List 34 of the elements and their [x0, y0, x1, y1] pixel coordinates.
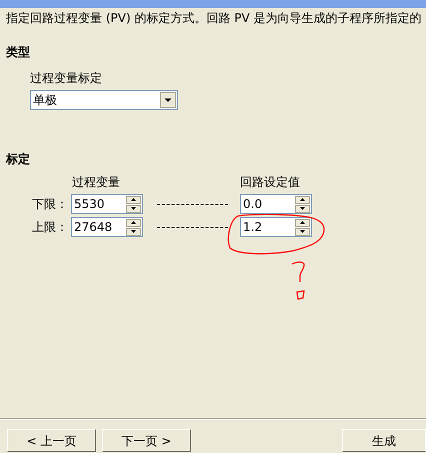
limit-label: 上限： [32, 221, 69, 233]
column-header: 回路设定值 [240, 175, 300, 189]
limit-label: 下限： [32, 198, 69, 210]
intro-text: 指定回路过程变量 (PV) 的标定方式。回路 PV 是为向导生成的子程序所指定的 [5, 11, 423, 25]
column-header: 过程变量 [72, 175, 121, 189]
up-arrow-icon [300, 221, 305, 224]
question-mark-drawing [289, 260, 307, 300]
generate-button[interactable]: 生成 [342, 429, 426, 452]
up-arrow-icon [300, 198, 305, 201]
spin-down-button[interactable] [126, 228, 141, 236]
previous-button[interactable]: < 上一页 [7, 429, 96, 452]
spin-up-button[interactable] [295, 218, 310, 226]
down-arrow-icon [131, 207, 136, 210]
setpoint-spin-field[interactable]: 1.2 [240, 217, 312, 237]
section-heading: 标定 [4, 152, 30, 166]
spin-up-button[interactable] [126, 218, 141, 226]
pv-spin-field[interactable]: 5530 [71, 194, 143, 214]
spin-down-button[interactable] [295, 204, 310, 212]
up-arrow-icon [131, 198, 136, 201]
dropdown[interactable]: 单极 [30, 90, 178, 110]
down-arrow-icon [300, 207, 305, 210]
up-arrow-icon [131, 221, 136, 224]
next-button[interactable]: 下一页 > [102, 429, 191, 452]
down-arrow-icon [300, 230, 305, 233]
spin-up-button[interactable] [295, 196, 310, 204]
field-label: 过程变量标定 [30, 71, 102, 85]
spin-down-button[interactable] [295, 228, 310, 236]
spin-up-button[interactable] [126, 196, 141, 204]
down-arrow-icon [131, 230, 136, 233]
dashed-line [157, 226, 228, 228]
spin-down-button[interactable] [126, 204, 141, 212]
pv-spin-field[interactable]: 27648 [71, 217, 143, 237]
setpoint-spin-field[interactable]: 0.0 [240, 194, 312, 214]
section-heading: 类型 [5, 45, 30, 59]
